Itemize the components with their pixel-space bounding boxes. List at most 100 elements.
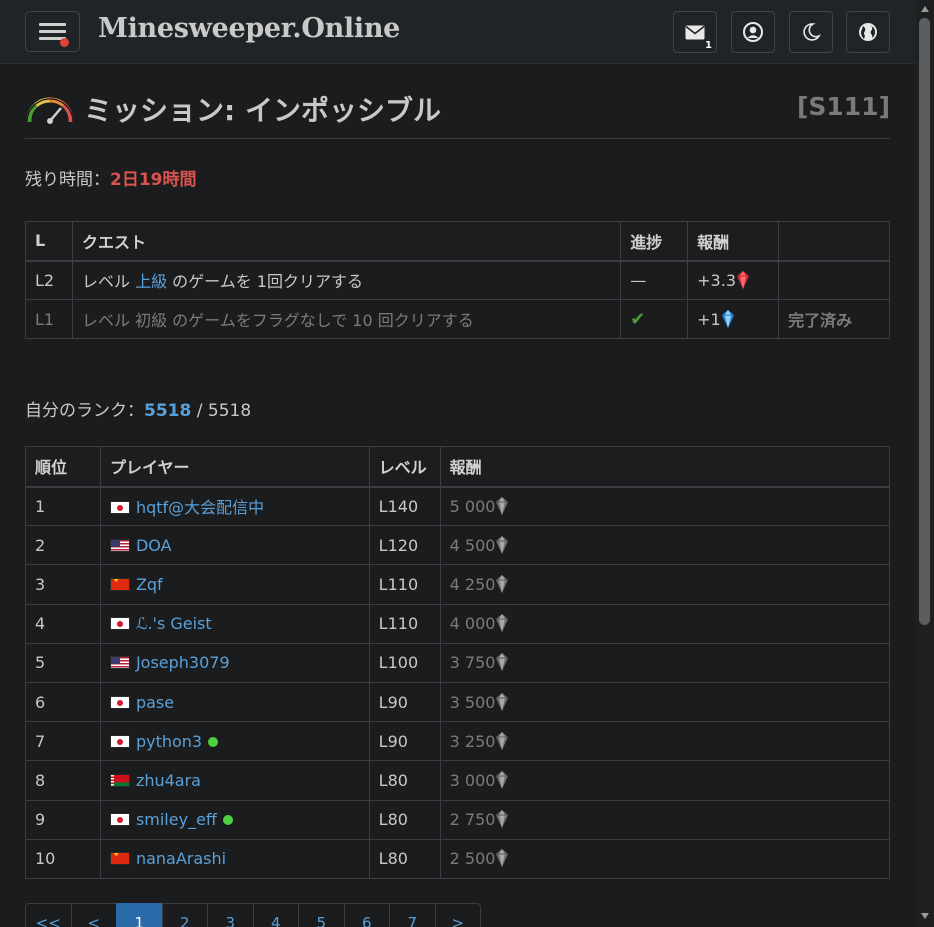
lb-reward-value: 3 750 [449, 653, 496, 673]
lb-reward: 4 500 [439, 525, 891, 566]
lb-reward: 5 000 [439, 485, 891, 527]
leaderboard-body: 1 hqtf@大会配信中 L140 5 000 2 DOA L120 4 500 3 Zqf L11… [25, 485, 891, 879]
quest-progress: ✔ [620, 299, 689, 339]
lb-level: L100 [368, 642, 441, 683]
leaderboard-row: 3 Zqf L110 4 250 [25, 564, 891, 605]
scroll-down-arrow-icon[interactable] [921, 913, 929, 919]
player-link[interactable]: python3 [136, 732, 202, 751]
lb-rank: 1 [25, 485, 101, 527]
flag-jp-icon [109, 695, 130, 709]
theme-toggle-button[interactable] [789, 11, 833, 53]
lb-rank: 6 [25, 681, 101, 723]
page-scrollbar[interactable] [916, 0, 934, 927]
player-link[interactable]: pase [136, 693, 174, 712]
rank-separator: / [191, 401, 208, 421]
lb-reward-value: 2 750 [449, 810, 496, 830]
leaderboard-row: 4 ℒ.'s Geist L110 4 000 [25, 603, 891, 644]
my-rank-value[interactable]: 5518 [144, 401, 191, 421]
my-rank-label: 自分のランク： [25, 401, 144, 421]
quest-text: レベル [81, 311, 136, 330]
lb-player: Joseph3079 [99, 642, 370, 683]
lb-player: smiley_eff [99, 799, 370, 840]
menu-button[interactable] [25, 11, 80, 52]
mail-count-badge: 1 [705, 40, 712, 51]
lb-reward-value: 4 500 [449, 535, 496, 555]
quest-text: のゲームをフラグなしで 10 回クリアする [167, 311, 474, 330]
player-link[interactable]: DOA [136, 536, 172, 555]
player-link[interactable]: nanaArashi [136, 849, 226, 868]
page-link[interactable]: 4 [252, 903, 299, 927]
lb-reward: 2 500 [439, 838, 891, 879]
mail-button[interactable]: 1 [673, 11, 717, 53]
lb-reward: 3 000 [439, 760, 891, 801]
lb-reward: 3 250 [439, 721, 891, 762]
flag-us-icon [109, 538, 130, 552]
lb-rank: 8 [25, 760, 101, 801]
lb-header-reward: 報酬 [439, 446, 891, 488]
notification-dot [60, 38, 69, 47]
leaderboard-row: 9 smiley_eff L80 2 750 [25, 799, 891, 840]
lb-player: hqtf@大会配信中 [99, 485, 370, 527]
quest-level: L2 [25, 260, 73, 300]
lb-reward: 4 250 [439, 564, 891, 605]
quest-header-reward: 報酬 [687, 221, 780, 262]
page-link[interactable]: 1 [116, 903, 163, 927]
check-icon: ✔ [630, 308, 646, 330]
flag-jp-icon [109, 617, 130, 631]
globe-icon [859, 23, 877, 41]
player-link[interactable]: ℒ.'s Geist [136, 614, 212, 633]
leaderboard-row: 6 pase L90 3 500 [25, 681, 891, 723]
site-logo[interactable]: Minesweeper.Online [98, 13, 400, 44]
lb-rank: 5 [25, 642, 101, 683]
flag-jp-icon [109, 813, 130, 827]
quest-header-status [778, 221, 890, 262]
lb-level: L90 [368, 681, 441, 723]
speedometer-icon [26, 97, 74, 124]
difficulty-link[interactable]: 上級 [135, 272, 167, 291]
profile-button[interactable] [731, 11, 775, 53]
quest-row: L1 レベル 初級 のゲームをフラグなしで 10 回クリアする ✔ +1 完了済… [25, 299, 890, 339]
scrollbar-thumb[interactable] [919, 18, 930, 625]
quest-status [778, 260, 890, 300]
leaderboard-row: 7 python3 L90 3 250 [25, 721, 891, 762]
mail-icon [685, 25, 705, 39]
page-link[interactable]: 7 [389, 903, 436, 927]
player-link[interactable]: zhu4ara [136, 771, 201, 790]
flag-jp-icon [109, 734, 130, 748]
lb-reward-value: 4 250 [449, 574, 496, 594]
player-link[interactable]: smiley_eff [136, 810, 217, 829]
quest-description: レベル 上級 のゲームを 1回クリアする [71, 260, 622, 300]
gray-gem-icon [496, 535, 509, 554]
quest-header-level: L [25, 221, 73, 262]
page-link[interactable]: 3 [207, 903, 254, 927]
quest-table: L クエスト 進捗 報酬 L2 レベル 上級 のゲームを 1回クリアする — +… [25, 221, 890, 339]
player-link[interactable]: Zqf [136, 575, 163, 594]
quest-reward-value: +1 [697, 309, 721, 329]
menu-icon [39, 23, 66, 26]
lb-rank: 2 [25, 525, 101, 566]
player-link[interactable]: hqtf@大会配信中 [136, 498, 264, 517]
gray-gem-icon [496, 770, 509, 789]
page-link[interactable]: 2 [161, 903, 208, 927]
page-link[interactable]: << [25, 903, 72, 927]
page-link[interactable]: 5 [298, 903, 345, 927]
lb-level: L80 [368, 760, 441, 801]
flag-jp-icon [109, 501, 130, 515]
lb-reward-value: 3 500 [449, 692, 496, 712]
scroll-up-arrow-icon[interactable] [921, 6, 929, 12]
page-link[interactable]: 6 [343, 903, 390, 927]
online-status-icon [222, 815, 233, 826]
player-link[interactable]: Joseph3079 [136, 653, 230, 672]
quest-reward-value: +3.3 [697, 270, 736, 290]
page-link[interactable]: < [70, 903, 117, 927]
lb-player: python3 [99, 721, 370, 762]
lb-rank: 10 [25, 838, 101, 879]
quest-description: レベル 初級 のゲームをフラグなしで 10 回クリアする [71, 299, 622, 339]
lb-reward-value: 2 500 [449, 849, 496, 869]
difficulty-link[interactable]: 初級 [135, 311, 167, 330]
quest-level: L1 [25, 299, 73, 339]
page-link[interactable]: > [434, 903, 481, 927]
language-button[interactable] [846, 11, 890, 53]
my-rank: 自分のランク：5518 / 5518 [25, 396, 251, 421]
flag-cn-icon [109, 852, 130, 866]
